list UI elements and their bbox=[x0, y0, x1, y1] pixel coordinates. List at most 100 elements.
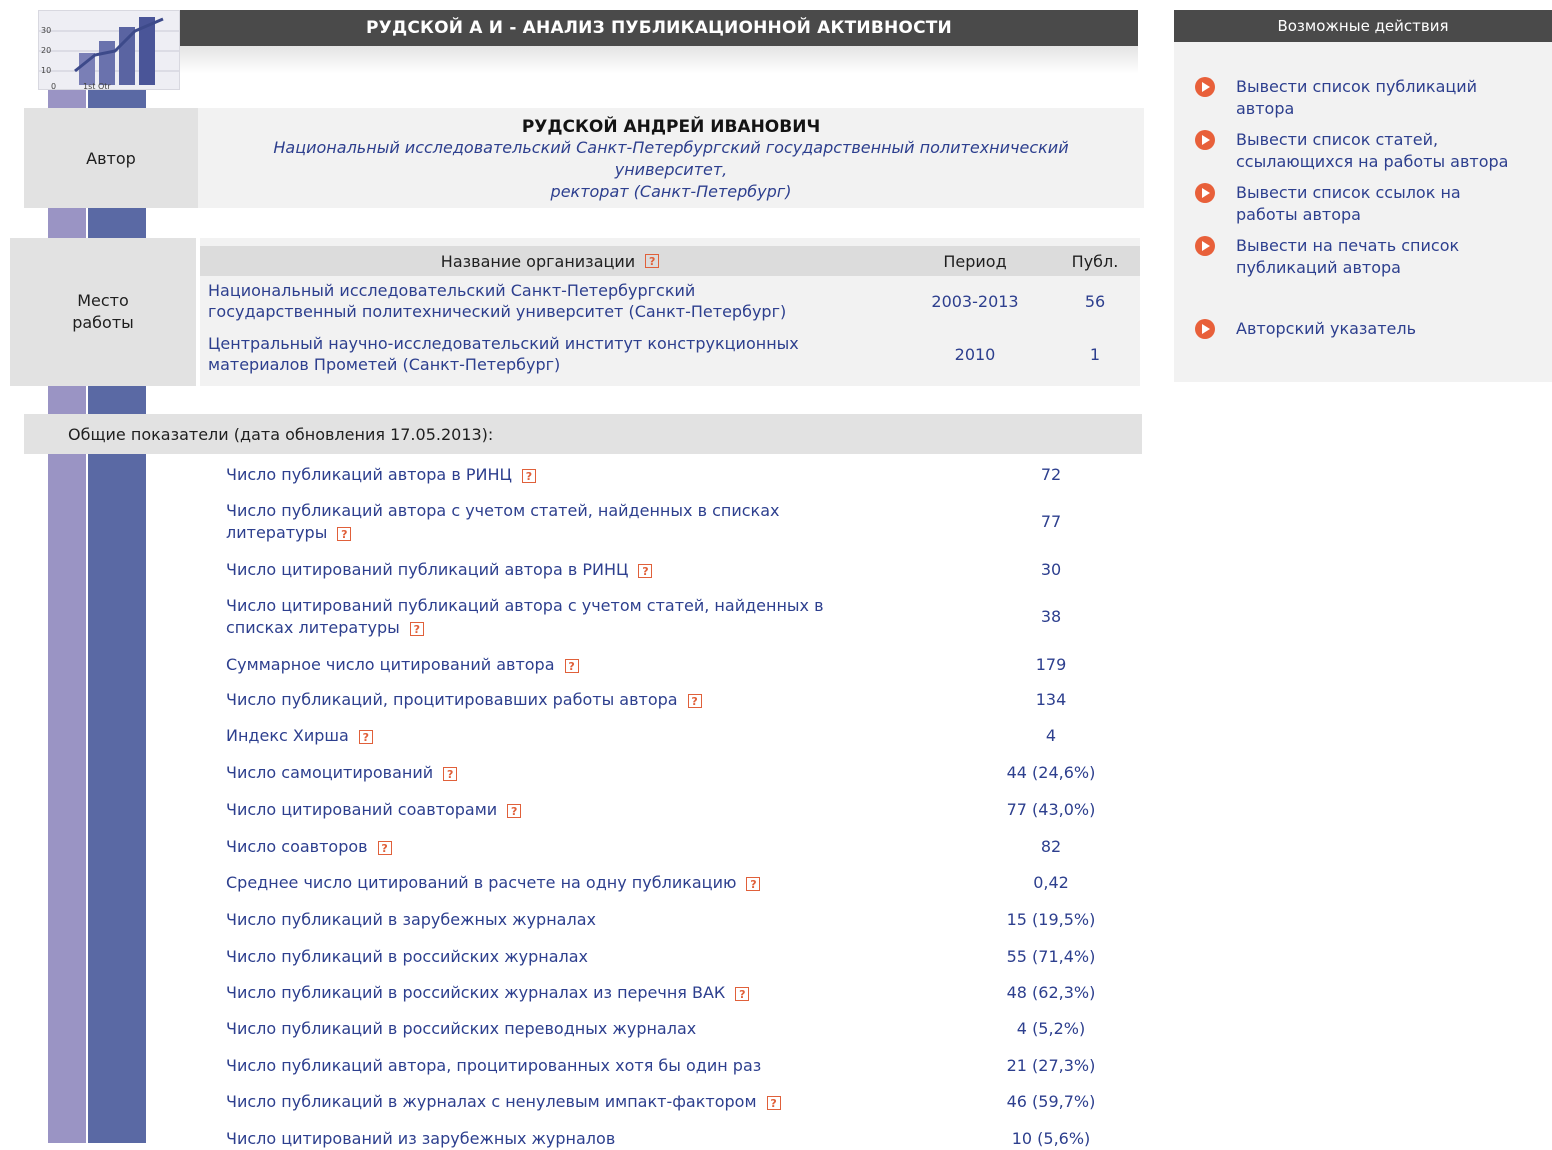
metric-label: Число публикаций в российских переводных… bbox=[226, 1018, 926, 1040]
metric-value[interactable]: 82 bbox=[984, 836, 1118, 858]
action-line2[interactable]: ссылающихся на работы автора bbox=[1236, 151, 1552, 173]
metric-value[interactable]: 15 (19,5%) bbox=[984, 909, 1118, 931]
metric-row[interactable]: Число публикаций автора, процитированных… bbox=[224, 1055, 1124, 1077]
help-icon[interactable]: ? bbox=[564, 658, 579, 673]
help-icon[interactable]: ? bbox=[638, 563, 653, 578]
help-icon[interactable]: ? bbox=[507, 803, 522, 818]
play-circle-icon[interactable] bbox=[1190, 182, 1220, 204]
metric-value[interactable]: 55 (71,4%) bbox=[984, 946, 1118, 968]
metric-label-line: Число публикаций, процитировавших работы… bbox=[226, 689, 926, 711]
action-line1[interactable]: Вывести на печать список bbox=[1236, 235, 1552, 257]
metric-row[interactable]: Число публикаций в российских переводных… bbox=[224, 1018, 1124, 1040]
metric-label: Среднее число цитирований в расчете на о… bbox=[226, 872, 926, 894]
action-line1[interactable]: Авторский указатель bbox=[1236, 318, 1552, 340]
metric-value[interactable]: 46 (59,7%) bbox=[984, 1091, 1118, 1113]
metric-row[interactable]: Индекс Хирша? 4 bbox=[224, 725, 1124, 747]
metric-value[interactable]: 10 (5,6%) bbox=[984, 1128, 1118, 1150]
logo-tick-0: 0 bbox=[51, 82, 56, 90]
metric-row[interactable]: Число самоцитирований? 44 (24,6%) bbox=[224, 762, 1124, 784]
author-affiliation-3: ректорат (Санкт-Петербург) bbox=[550, 182, 792, 201]
action-line1[interactable]: Вывести список публикаций bbox=[1236, 76, 1552, 98]
metric-row[interactable]: Число цитирований соавторами? 77 (43,0%) bbox=[224, 799, 1124, 821]
action-link-text[interactable]: Вывести список статей, ссылающихся на раб… bbox=[1236, 129, 1552, 173]
metric-row[interactable]: Суммарное число цитирований автора? 179 bbox=[224, 654, 1124, 676]
action-line1[interactable]: Вывести список статей, bbox=[1236, 129, 1552, 151]
metric-row[interactable]: Число публикаций автора в РИНЦ? 72 bbox=[224, 464, 1124, 486]
metric-value[interactable]: 77 bbox=[984, 511, 1118, 533]
action-line2[interactable]: публикаций автора bbox=[1236, 257, 1552, 279]
metric-row[interactable]: Число цитирований публикаций автора с уч… bbox=[224, 595, 1124, 639]
author-name: РУДСКОЙ АНДРЕЙ ИВАНОВИЧ bbox=[521, 117, 821, 137]
play-circle-icon[interactable] bbox=[1190, 318, 1220, 340]
action-link-text[interactable]: Авторский указатель bbox=[1236, 318, 1552, 340]
workplace-org-line1[interactable]: Центральный научно-исследовательский инс… bbox=[208, 333, 799, 354]
help-icon[interactable]: ? bbox=[409, 621, 424, 636]
help-icon[interactable]: ? bbox=[521, 468, 536, 483]
metric-row[interactable]: Число публикаций автора с учетом статей,… bbox=[224, 500, 1124, 544]
action-link-text[interactable]: Вывести на печать список публикаций автор… bbox=[1236, 235, 1552, 279]
help-icon[interactable]: ? bbox=[746, 876, 761, 891]
metric-row[interactable]: Число публикаций в российских журналах 55… bbox=[224, 946, 1124, 968]
workplace-org-link[interactable]: Национальный исследовательский Санкт-Пет… bbox=[208, 276, 898, 326]
metric-label-line1: Число цитирований публикаций автора с уч… bbox=[226, 596, 824, 615]
play-circle-icon[interactable] bbox=[1190, 76, 1220, 98]
chart-logo: 30 20 10 0 1st Qtr bbox=[38, 10, 180, 90]
metric-value[interactable]: 48 (62,3%) bbox=[984, 982, 1118, 1004]
metric-value[interactable]: 44 (24,6%) bbox=[984, 762, 1118, 784]
metric-label-text: Число цитирований соавторами bbox=[226, 800, 498, 819]
workplace-pubs-link[interactable]: 56 bbox=[1050, 276, 1140, 326]
metric-value[interactable]: 4 bbox=[984, 725, 1118, 747]
metric-row[interactable]: Число публикаций, процитировавших работы… bbox=[224, 689, 1124, 711]
metric-label: Суммарное число цитирований автора? bbox=[226, 654, 926, 676]
metric-label: Число публикаций в зарубежных журналах bbox=[226, 909, 926, 931]
workplace-org-link[interactable]: Центральный научно-исследовательский инс… bbox=[208, 329, 898, 379]
help-icon[interactable]: ? bbox=[645, 254, 660, 268]
help-icon[interactable]: ? bbox=[377, 840, 392, 855]
action-link-text[interactable]: Вывести список публикаций автора bbox=[1236, 76, 1552, 120]
metric-value[interactable]: 134 bbox=[984, 689, 1118, 711]
action-line2[interactable]: автора bbox=[1236, 98, 1552, 120]
action-line2[interactable]: работы автора bbox=[1236, 204, 1552, 226]
metric-value[interactable]: 72 bbox=[984, 464, 1118, 486]
play-circle-icon[interactable] bbox=[1190, 235, 1220, 257]
workplace-row[interactable]: Центральный научно-исследовательский инс… bbox=[200, 329, 1140, 379]
actions-title: Возможные действия bbox=[1174, 10, 1552, 42]
metric-row[interactable]: Число публикаций в журналах с ненулевым … bbox=[224, 1091, 1124, 1113]
metric-row[interactable]: Число цитирований из зарубежных журналов… bbox=[224, 1128, 1124, 1150]
workplace-row[interactable]: Национальный исследовательский Санкт-Пет… bbox=[200, 276, 1140, 326]
overview-title: Общие показатели (дата обновления 17.05.… bbox=[24, 414, 1142, 454]
help-icon[interactable]: ? bbox=[337, 526, 352, 541]
metric-label-line: Число публикаций автора в РИНЦ? bbox=[226, 464, 926, 486]
workplace-label: Место работы bbox=[10, 238, 196, 386]
column-pubs: Публ. bbox=[1071, 251, 1119, 271]
metric-value[interactable]: 38 bbox=[984, 606, 1118, 628]
metric-value[interactable]: 4 (5,2%) bbox=[984, 1018, 1118, 1040]
workplace-pubs-link[interactable]: 1 bbox=[1050, 329, 1140, 379]
logo-category: 1st Qtr bbox=[83, 82, 111, 90]
action-line1[interactable]: Вывести список ссылок на bbox=[1236, 182, 1552, 204]
metric-value[interactable]: 30 bbox=[984, 559, 1118, 581]
metric-row[interactable]: Число соавторов? 82 bbox=[224, 836, 1124, 858]
help-icon[interactable]: ? bbox=[443, 766, 458, 781]
help-icon[interactable]: ? bbox=[687, 693, 702, 708]
metric-value[interactable]: 0,42 bbox=[984, 872, 1118, 894]
play-circle-icon[interactable] bbox=[1190, 129, 1220, 151]
metric-value[interactable]: 21 (27,3%) bbox=[984, 1055, 1118, 1077]
action-link-text[interactable]: Вывести список ссылок на работы автора bbox=[1236, 182, 1552, 226]
workplace-org-line2[interactable]: материалов Прометей (Санкт-Петербург) bbox=[208, 354, 799, 375]
metric-row[interactable]: Число цитирований публикаций автора в РИ… bbox=[224, 559, 1124, 581]
workplace-org-line1[interactable]: Национальный исследовательский Санкт-Пет… bbox=[208, 280, 786, 301]
metric-value[interactable]: 179 bbox=[984, 654, 1118, 676]
metric-label-text: Число публикаций в российских переводных… bbox=[226, 1019, 697, 1038]
help-icon[interactable]: ? bbox=[766, 1095, 781, 1110]
metric-label-text: Число публикаций автора в РИНЦ bbox=[226, 465, 512, 484]
metric-label-line: Число цитирований из зарубежных журналов bbox=[226, 1128, 926, 1150]
metric-row[interactable]: Число публикаций в российских журналах и… bbox=[224, 982, 1124, 1004]
help-icon[interactable]: ? bbox=[735, 986, 750, 1001]
metric-label: Число публикаций автора, процитированных… bbox=[226, 1055, 926, 1077]
help-icon[interactable]: ? bbox=[358, 729, 373, 744]
metric-row[interactable]: Среднее число цитирований в расчете на о… bbox=[224, 872, 1124, 894]
metric-value[interactable]: 77 (43,0%) bbox=[984, 799, 1118, 821]
metric-row[interactable]: Число публикаций в зарубежных журналах 15… bbox=[224, 909, 1124, 931]
workplace-org-line2[interactable]: государственный политехнический универси… bbox=[208, 301, 786, 322]
